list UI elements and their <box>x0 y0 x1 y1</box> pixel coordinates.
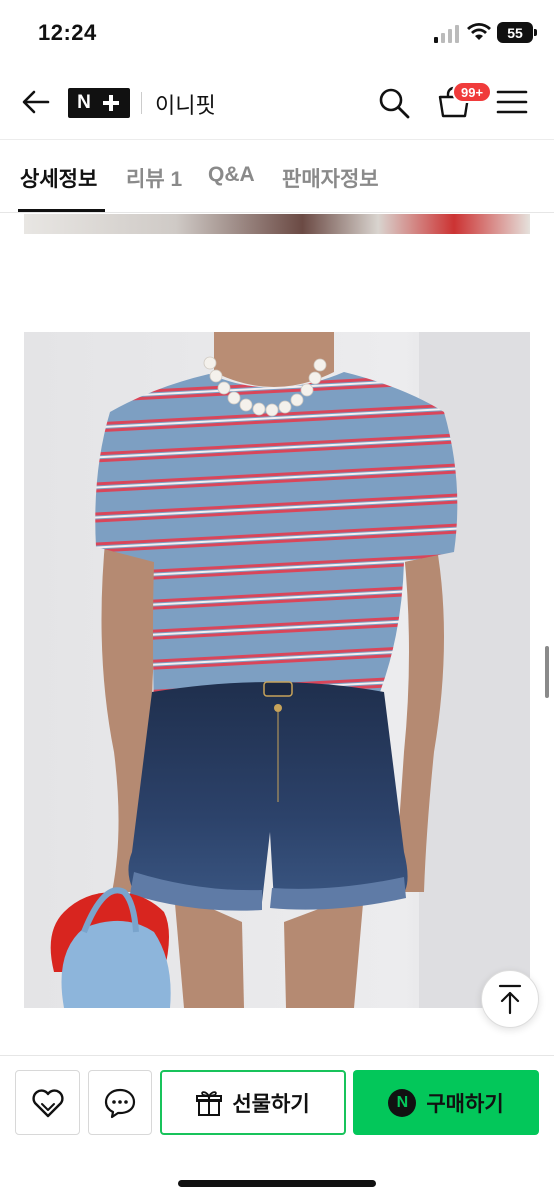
cart-count-badge: 99+ <box>452 81 493 103</box>
tab-qna[interactable]: Q&A <box>208 163 255 187</box>
previous-product-image <box>24 214 530 234</box>
scroll-to-top-button[interactable] <box>481 970 539 1028</box>
store-name[interactable]: 이니핏 <box>155 88 216 120</box>
gift-icon <box>196 1090 223 1116</box>
gift-button[interactable]: 선물하기 <box>160 1070 346 1135</box>
plus-icon <box>101 93 121 113</box>
header-divider <box>141 92 142 114</box>
status-bar: 12:24 55 <box>0 0 554 68</box>
active-tab-indicator <box>18 209 105 212</box>
product-photo[interactable] <box>24 332 530 1008</box>
back-arrow-icon[interactable] <box>18 84 54 120</box>
heart-plus-icon <box>31 1088 64 1117</box>
status-time: 12:24 <box>38 20 97 45</box>
tab-seller-info[interactable]: 판매자정보 <box>282 163 379 193</box>
product-photo-illustration <box>24 332 530 1008</box>
scrollbar[interactable] <box>545 646 549 698</box>
talk-talk-button[interactable] <box>88 1070 152 1135</box>
battery-icon: 55 <box>497 22 537 43</box>
product-tabs: 상세정보 리뷰 1 Q&A 판매자정보 <box>0 141 554 213</box>
cellular-signal-icon <box>434 25 459 43</box>
arrow-up-icon <box>498 984 522 1015</box>
brand-logo-letter: N <box>77 92 91 113</box>
wifi-icon <box>467 23 491 40</box>
naver-plus-logo[interactable]: N <box>68 88 130 118</box>
bottom-action-bar: 선물하기 N 구매하기 <box>0 1055 554 1200</box>
chat-bubble-icon <box>104 1088 136 1118</box>
buy-button[interactable]: N 구매하기 <box>353 1070 539 1135</box>
home-indicator[interactable] <box>178 1180 376 1187</box>
wishlist-button[interactable] <box>15 1070 80 1135</box>
tab-detail[interactable]: 상세정보 <box>20 163 97 193</box>
naver-pay-icon: N <box>388 1088 417 1117</box>
product-detail-content <box>0 214 554 1054</box>
gift-button-label: 선물하기 <box>232 1092 310 1116</box>
tab-reviews[interactable]: 리뷰 1 <box>126 163 182 193</box>
search-icon[interactable] <box>377 86 411 120</box>
app-header: N 이니핏 99+ <box>0 68 554 140</box>
buy-button-label: 구매하기 <box>426 1092 504 1116</box>
hamburger-menu-icon[interactable] <box>496 88 528 116</box>
